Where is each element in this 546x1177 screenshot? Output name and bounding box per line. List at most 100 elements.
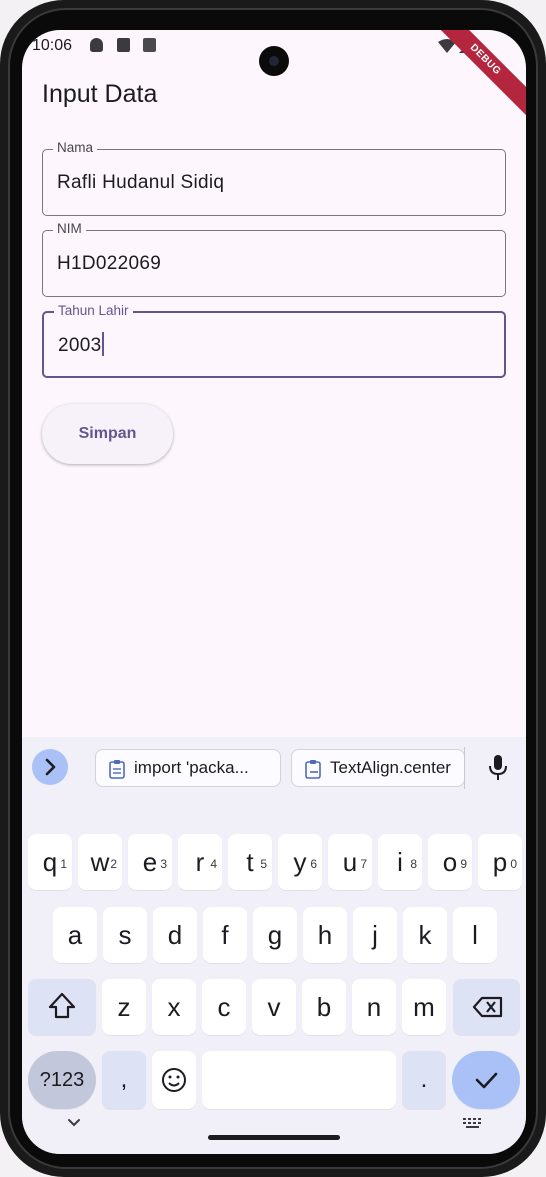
key-h[interactable]: h	[303, 907, 347, 963]
key-number-hint: 3	[160, 857, 167, 871]
key-n[interactable]: n	[352, 979, 396, 1035]
chevron-right-icon	[45, 758, 56, 776]
clipboard-icon	[109, 760, 125, 779]
key-p[interactable]: p0	[478, 834, 522, 890]
space-key[interactable]	[202, 1051, 396, 1109]
nim-field[interactable]: NIM H1D022069	[42, 221, 506, 297]
key-label: h	[317, 920, 333, 950]
shield-icon	[90, 38, 103, 52]
key-label: e	[142, 847, 158, 877]
key-k[interactable]: k	[403, 907, 447, 963]
key-number-hint: 8	[410, 857, 417, 871]
key-number-hint: 0	[510, 857, 517, 871]
clipboard-suggestion-1[interactable]: import 'packa...	[95, 749, 281, 787]
tahun-lahir-label: Tahun Lahir	[54, 303, 133, 318]
key-label: y	[293, 847, 307, 877]
key-j[interactable]: j	[353, 907, 397, 963]
key-q[interactable]: q1	[28, 834, 72, 890]
clipboard-suggestion-2-text: TextAlign.center	[330, 758, 451, 777]
front-camera	[259, 46, 289, 76]
expand-toolbar-button[interactable]	[32, 749, 68, 785]
backspace-icon	[472, 996, 503, 1018]
key-number-hint: 7	[360, 857, 367, 871]
key-number-hint: 6	[310, 857, 317, 871]
key-a[interactable]: a	[53, 907, 97, 963]
key-v[interactable]: v	[252, 979, 296, 1035]
clipboard-link-icon	[305, 760, 321, 779]
clipboard-suggestion-1-text: import 'packa...	[134, 758, 249, 777]
key-d[interactable]: d	[153, 907, 197, 963]
nim-value: H1D022069	[57, 253, 162, 274]
key-m[interactable]: m	[402, 979, 446, 1035]
emoji-key[interactable]	[152, 1051, 196, 1109]
key-label: g	[267, 920, 283, 950]
nim-label: NIM	[53, 221, 86, 236]
done-key[interactable]	[452, 1051, 520, 1109]
key-label: w	[90, 847, 110, 877]
key-e[interactable]: e3	[128, 834, 172, 890]
key-x[interactable]: x	[152, 979, 196, 1035]
key-label: i	[397, 847, 403, 877]
page-title: Input Data	[42, 80, 158, 108]
key-number-hint: 9	[460, 857, 467, 871]
key-label: d	[167, 920, 183, 950]
key-label: l	[472, 920, 478, 950]
key-c[interactable]: c	[202, 979, 246, 1035]
backspace-key[interactable]	[453, 979, 520, 1035]
key-label: s	[118, 920, 132, 950]
nama-label: Nama	[53, 140, 98, 155]
key-label: r	[195, 847, 205, 877]
key-label: b	[316, 992, 332, 1022]
key-label: a	[67, 920, 83, 950]
key-label: m	[413, 992, 435, 1022]
key-label: u	[342, 847, 358, 877]
key-s[interactable]: s	[103, 907, 147, 963]
nama-field[interactable]: Nama Rafli Hudanul Sidiq	[42, 140, 506, 216]
key-label: v	[267, 992, 281, 1022]
key-label: p	[492, 847, 508, 877]
nama-value: Rafli Hudanul Sidiq	[57, 172, 225, 193]
sd-card-icon	[117, 38, 130, 52]
key-z[interactable]: z	[102, 979, 146, 1035]
keyboard-hide-icon[interactable]	[66, 1117, 82, 1129]
text-cursor	[102, 332, 105, 357]
key-r[interactable]: r4	[178, 834, 222, 890]
keyboard-switch-icon[interactable]	[462, 1117, 484, 1131]
tahun-lahir-field[interactable]: Tahun Lahir 2003	[42, 303, 506, 378]
tahun-lahir-value: 2003	[58, 335, 102, 356]
key-b[interactable]: b	[302, 979, 346, 1035]
simpan-button[interactable]: Simpan	[42, 404, 173, 464]
shift-icon	[48, 992, 76, 1019]
emoji-icon	[162, 1068, 186, 1092]
microphone-icon[interactable]	[487, 754, 509, 782]
home-indicator[interactable]	[208, 1135, 340, 1140]
period-key[interactable]: .	[402, 1051, 446, 1109]
key-g[interactable]: g	[253, 907, 297, 963]
symbols-key[interactable]: ?123	[28, 1051, 96, 1109]
key-o[interactable]: o9	[428, 834, 472, 890]
key-label: f	[221, 920, 229, 950]
key-u[interactable]: u7	[328, 834, 372, 890]
key-label: o	[442, 847, 458, 877]
key-number-hint: 4	[210, 857, 217, 871]
key-label: k	[418, 920, 432, 950]
key-label: t	[246, 847, 254, 877]
key-t[interactable]: t5	[228, 834, 272, 890]
phone-screen: 10:06 DEBUG Input Data Nama Rafli Hudanu…	[22, 30, 526, 1154]
clipboard-suggestion-2[interactable]: TextAlign.center	[291, 749, 465, 787]
key-number-hint: 1	[60, 857, 67, 871]
key-f[interactable]: f	[203, 907, 247, 963]
key-number-hint: 5	[260, 857, 267, 871]
toolbar-divider	[464, 747, 465, 789]
key-number-hint: 2	[110, 857, 117, 871]
soft-keyboard: import 'packa... TextAlign.center q1w2e3…	[22, 737, 526, 1154]
key-i[interactable]: i8	[378, 834, 422, 890]
key-y[interactable]: y6	[278, 834, 322, 890]
comma-key[interactable]: ,	[102, 1051, 146, 1109]
shift-key[interactable]	[28, 979, 96, 1035]
key-w[interactable]: w2	[78, 834, 122, 890]
key-l[interactable]: l	[453, 907, 497, 963]
notification-icon	[143, 38, 156, 52]
key-label: z	[117, 992, 131, 1022]
key-label: n	[366, 992, 382, 1022]
